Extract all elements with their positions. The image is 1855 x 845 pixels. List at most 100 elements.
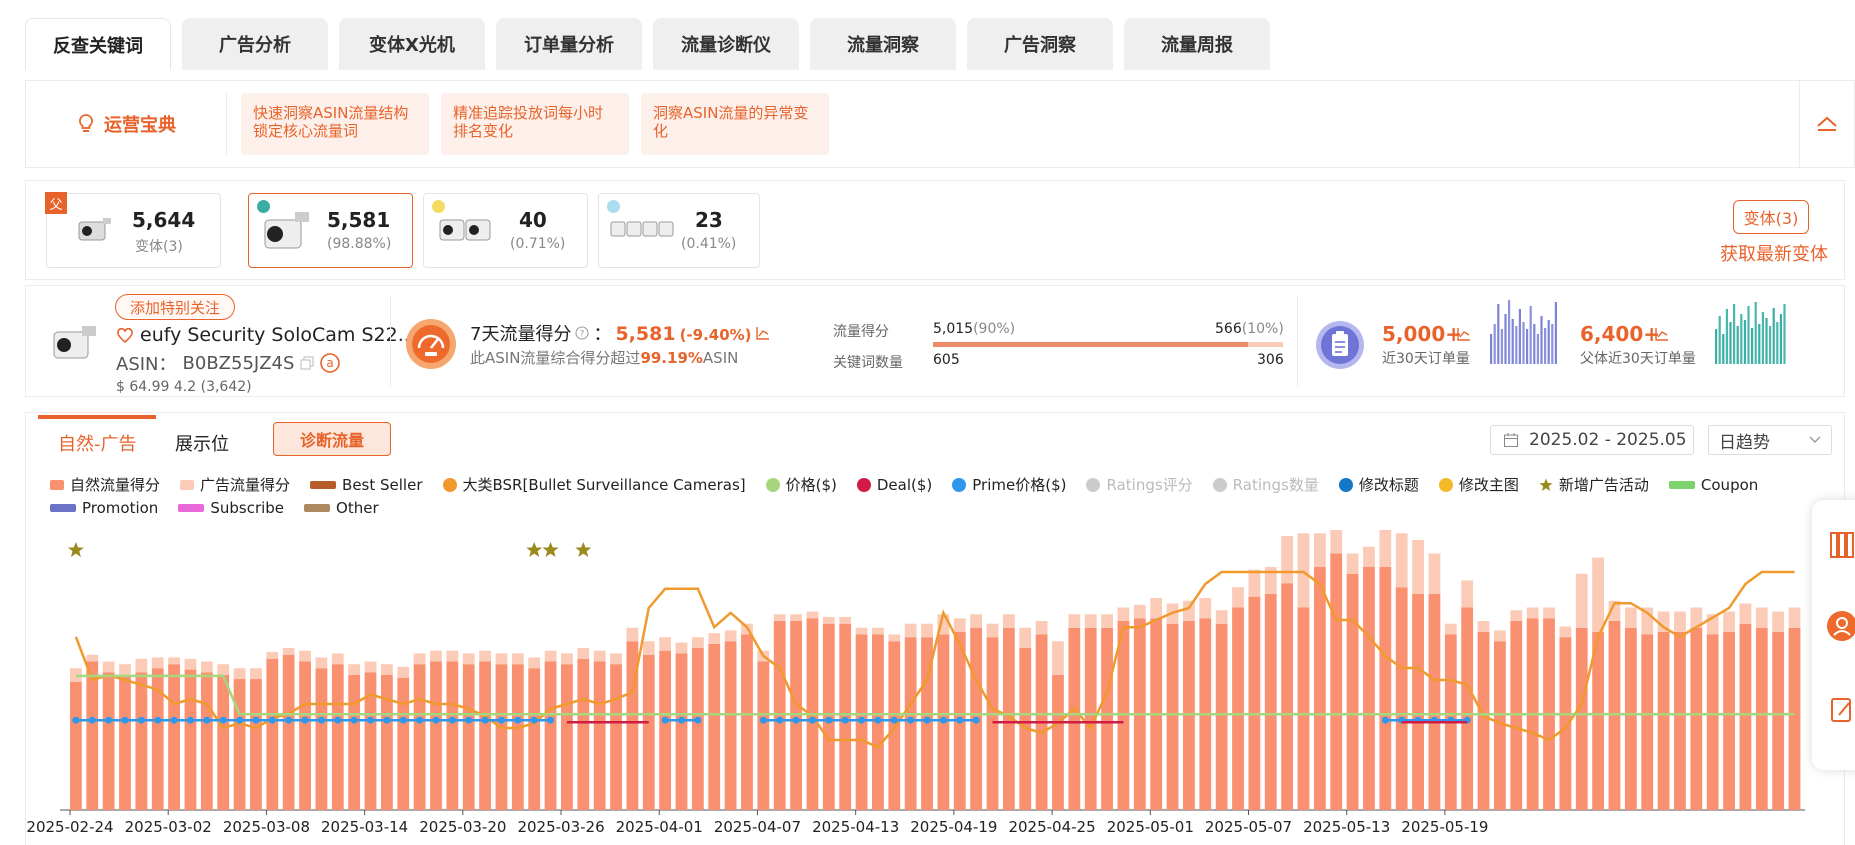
spark-bar bbox=[1772, 308, 1775, 364]
spark-bar bbox=[1751, 328, 1754, 364]
ops-divider bbox=[226, 93, 227, 155]
feedback-item[interactable] bbox=[1812, 695, 1855, 728]
natural-traffic-bar bbox=[642, 654, 655, 810]
subtab-placement[interactable]: 展示位 bbox=[175, 430, 229, 456]
tab-ad-insight[interactable]: 广告洞察 bbox=[967, 18, 1113, 70]
variant-count-button[interactable]: 变体(3) bbox=[1733, 200, 1809, 234]
prime-price-point bbox=[792, 716, 800, 724]
legend-item[interactable]: 修改标题 bbox=[1338, 475, 1419, 494]
product-name[interactable]: eufy Security SoloCam S22... bbox=[116, 324, 416, 346]
trend-chart-icon[interactable] bbox=[1457, 327, 1471, 341]
x-tick-label: 2025-03-08 bbox=[223, 818, 310, 836]
legend-item[interactable]: Ratings数量 bbox=[1212, 475, 1319, 494]
spark-bar bbox=[1551, 324, 1554, 364]
date-range-picker[interactable]: 2025.02 - 2025.05 bbox=[1490, 425, 1694, 455]
prime-price-point bbox=[890, 716, 898, 724]
prime-price-point bbox=[923, 716, 931, 724]
prime-price-point bbox=[383, 716, 391, 724]
date-range-text: 2025.02 - 2025.05 bbox=[1529, 430, 1687, 450]
speedometer-icon bbox=[406, 319, 456, 369]
spark-bar bbox=[1544, 328, 1547, 364]
child-orders-sparkbars bbox=[1490, 300, 1557, 364]
legend-item[interactable]: Deal($) bbox=[856, 475, 933, 494]
collapse-button[interactable] bbox=[1799, 80, 1855, 168]
variant-card-3[interactable]: 23 (0.41%) bbox=[598, 193, 760, 268]
tab-order-analysis[interactable]: 订单量分析 bbox=[496, 18, 642, 70]
variant-card-parent[interactable]: 父 5,644 变体(3) bbox=[45, 192, 221, 268]
legend-label: Promotion bbox=[82, 498, 159, 517]
legend-item[interactable]: Ratings评分 bbox=[1086, 475, 1193, 494]
tab-traffic-diagnosis[interactable]: 流量诊断仪 bbox=[653, 18, 799, 70]
prime-price-point bbox=[874, 716, 882, 724]
ops-chip-structure[interactable]: 快速洞察ASIN流量结构锁定核心流量词 bbox=[241, 93, 429, 155]
product-thumbnail bbox=[53, 326, 96, 359]
consult-item[interactable] bbox=[1812, 610, 1855, 645]
legend-item[interactable]: Subscribe bbox=[178, 498, 284, 517]
ad-traffic-bar bbox=[544, 650, 557, 662]
add-follow-button[interactable]: 添加特别关注 bbox=[115, 294, 235, 320]
subtab-natural-ad[interactable]: 自然-广告 bbox=[58, 430, 137, 456]
traffic-trend-chart: 2025-02-24 2025-03-02 2025-03-08 2025-03-14… bbox=[26, 530, 1805, 836]
legend-item[interactable]: 大类BSR[Bullet Surveillance Cameras] bbox=[442, 475, 746, 494]
legend-swatch bbox=[310, 480, 337, 489]
tab-variant-xray[interactable]: 变体X光机 bbox=[339, 18, 485, 70]
ad-traffic-bar bbox=[397, 666, 410, 678]
natural-traffic-bar bbox=[1313, 567, 1326, 810]
legend-item[interactable]: Best Seller bbox=[310, 475, 423, 494]
ad-traffic-bar bbox=[708, 633, 721, 644]
tab-traffic-insight[interactable]: 流量洞察 bbox=[810, 18, 956, 70]
legend-item[interactable]: Other bbox=[304, 498, 379, 517]
tab-ad-analysis[interactable]: 广告分析 bbox=[182, 18, 328, 70]
calendar-icon bbox=[1504, 433, 1518, 447]
natural-traffic-bar bbox=[1281, 583, 1294, 810]
ops-chip-rank-tracking[interactable]: 精准追踪投放词每小时排名变化 bbox=[441, 93, 629, 155]
legend-item[interactable]: Promotion bbox=[50, 498, 158, 517]
natural-traffic-bar bbox=[184, 669, 197, 810]
trend-chart-icon[interactable] bbox=[1655, 327, 1669, 341]
trend-granularity-select[interactable]: 日趋势 bbox=[1708, 425, 1832, 455]
prime-price-point bbox=[268, 716, 276, 724]
legend-item[interactable]: 广告流量得分 bbox=[180, 475, 290, 494]
help-icon[interactable]: ? bbox=[575, 326, 589, 340]
spark-bar bbox=[1526, 329, 1529, 364]
legend-item[interactable]: Coupon bbox=[1668, 475, 1758, 494]
variant-card-1[interactable]: 5,581 (98.88%) bbox=[248, 193, 413, 268]
ad-traffic-bar bbox=[872, 627, 884, 635]
user-guide-item[interactable] bbox=[1812, 530, 1855, 563]
amazon-icon[interactable]: a bbox=[320, 353, 341, 373]
legend-item[interactable]: 新增广告活动 bbox=[1539, 475, 1649, 494]
tab-reverse-keywords[interactable]: 反查关键词 bbox=[25, 18, 171, 70]
copy-icon[interactable] bbox=[300, 356, 314, 370]
natural-traffic-bar bbox=[1510, 621, 1523, 810]
ad-traffic-bar bbox=[1068, 614, 1081, 628]
natural-traffic-bar bbox=[1723, 631, 1735, 810]
prime-price-point bbox=[759, 716, 767, 724]
natural-traffic-bar bbox=[217, 675, 230, 810]
ad-traffic-bar bbox=[1297, 533, 1310, 608]
heart-icon[interactable] bbox=[116, 327, 134, 343]
star-icon bbox=[1539, 478, 1553, 491]
natural-traffic-bar bbox=[610, 664, 622, 810]
ops-chip-anomaly[interactable]: 洞察ASIN流量的异常变化 bbox=[641, 93, 829, 155]
refresh-variants-link[interactable]: 获取最新变体 bbox=[1720, 240, 1828, 266]
variant-card-2[interactable]: 40 (0.71%) bbox=[423, 193, 588, 268]
legend-item[interactable]: 修改主图 bbox=[1438, 475, 1519, 494]
svg-text:a: a bbox=[327, 356, 334, 370]
tab-traffic-weekly[interactable]: 流量周报 bbox=[1124, 18, 1270, 70]
natural-traffic-bar bbox=[413, 664, 426, 810]
spark-bar bbox=[1540, 316, 1543, 364]
legend-label: Ratings数量 bbox=[1232, 476, 1319, 494]
spark-bar bbox=[1779, 314, 1782, 364]
legend-item[interactable]: 价格($) bbox=[765, 475, 837, 494]
trend-chart-icon[interactable] bbox=[755, 326, 770, 340]
spark-bar bbox=[1533, 324, 1536, 364]
legend-label: Deal($) bbox=[876, 475, 933, 494]
ad-traffic-bar bbox=[331, 653, 344, 665]
info-divider bbox=[390, 295, 391, 387]
natural-traffic-bar bbox=[1363, 567, 1375, 810]
legend-item[interactable]: 自然流量得分 bbox=[50, 475, 160, 494]
variant-strip: 父 5,644 变体(3) 5,581 (98.88%) 40 (0.71%) … bbox=[25, 180, 1845, 280]
diagnose-traffic-button[interactable]: 诊断流量 bbox=[273, 422, 391, 456]
legend-item[interactable]: Prime价格($) bbox=[952, 475, 1066, 494]
prime-price-point bbox=[448, 716, 456, 724]
